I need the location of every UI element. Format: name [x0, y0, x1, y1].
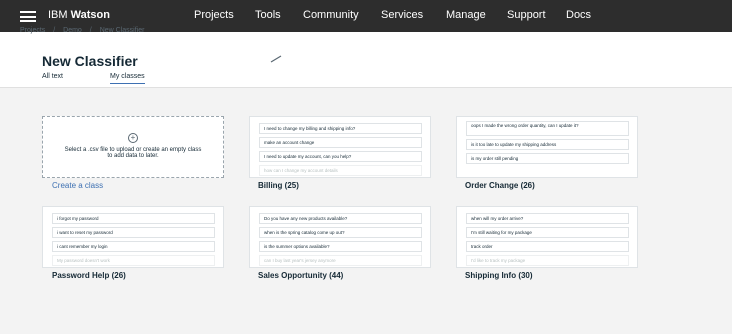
- example-row: is the summer options available?: [259, 241, 422, 252]
- example-row: i cant remember my login: [52, 241, 215, 252]
- example-row: I need to change my billing and shipping…: [259, 123, 422, 134]
- example-row: when will my order arrive?: [466, 213, 629, 224]
- tab-my-classes[interactable]: My classes: [110, 73, 145, 84]
- hamburger-menu-icon[interactable]: [20, 11, 36, 22]
- nav-manage[interactable]: Manage: [446, 9, 486, 21]
- breadcrumb-demo[interactable]: Demo: [63, 27, 82, 34]
- breadcrumb-separator: /: [89, 27, 92, 34]
- class-card-shipping-info[interactable]: when will my order arrive? I'm still wai…: [456, 206, 638, 268]
- example-row: Do you have any new products available?: [259, 213, 422, 224]
- class-card-sales-opportunity[interactable]: Do you have any new products available? …: [249, 206, 431, 268]
- example-row: My password doesn't work: [52, 255, 215, 266]
- example-row: is it too late to update my shipping add…: [466, 139, 629, 150]
- example-row: track order: [466, 241, 629, 252]
- nav-community[interactable]: Community: [303, 9, 359, 21]
- example-row: is my order still pending: [466, 153, 629, 164]
- example-row: oops I made the wrong order quantity, ca…: [466, 121, 629, 136]
- example-row: can I buy last year's jersey anymore: [259, 255, 422, 266]
- example-row: I'd like to track my package: [466, 255, 629, 266]
- nav-docs[interactable]: Docs: [566, 9, 591, 21]
- class-title-order-change[interactable]: Order Change (26): [465, 181, 535, 190]
- nav-tools[interactable]: Tools: [255, 9, 281, 21]
- example-row: i forgot my password: [52, 213, 215, 224]
- brand-name: Watson: [70, 9, 110, 21]
- class-card-password-help[interactable]: i forgot my password i want to reset my …: [42, 206, 224, 268]
- example-row: make an account change: [259, 137, 422, 148]
- class-title-sales-opportunity[interactable]: Sales Opportunity (44): [258, 271, 343, 280]
- breadcrumb-projects[interactable]: Projects: [20, 27, 45, 34]
- example-row: I need to update my account, can you hel…: [259, 151, 422, 162]
- breadcrumb-separator: /: [53, 27, 56, 34]
- breadcrumb: Projects / Demo / New Classifier: [20, 27, 150, 34]
- page-title: New Classifier: [42, 53, 138, 69]
- example-row: i want to reset my password: [52, 227, 215, 238]
- example-row: I'm still waiting for my package: [466, 227, 629, 238]
- brand-prefix: IBM: [48, 9, 68, 21]
- pencil-edit-icon[interactable]: [270, 55, 282, 63]
- tab-all-text[interactable]: All text: [42, 73, 63, 80]
- create-class-link[interactable]: Create a class: [52, 181, 103, 190]
- plus-circle-icon: +: [128, 133, 138, 143]
- upload-drop-zone[interactable]: + Select a .csv file to upload or create…: [42, 116, 224, 178]
- class-title-billing[interactable]: Billing (25): [258, 181, 299, 190]
- class-title-password-help[interactable]: Password Help (26): [52, 271, 126, 280]
- nav-services[interactable]: Services: [381, 9, 423, 21]
- nav-projects[interactable]: Projects: [194, 9, 234, 21]
- example-row: how can I change my account details: [259, 165, 422, 176]
- class-title-shipping-info[interactable]: Shipping Info (30): [465, 271, 533, 280]
- class-card-order-change[interactable]: oops I made the wrong order quantity, ca…: [456, 116, 638, 178]
- brand-logo[interactable]: IBM Watson: [48, 9, 110, 21]
- example-row: when is the spring catalog come up out?: [259, 227, 422, 238]
- class-card-billing[interactable]: I need to change my billing and shipping…: [249, 116, 431, 178]
- nav-support[interactable]: Support: [507, 9, 546, 21]
- upload-instructions: Select a .csv file to upload or create a…: [64, 147, 202, 159]
- breadcrumb-current: New Classifier: [99, 27, 145, 34]
